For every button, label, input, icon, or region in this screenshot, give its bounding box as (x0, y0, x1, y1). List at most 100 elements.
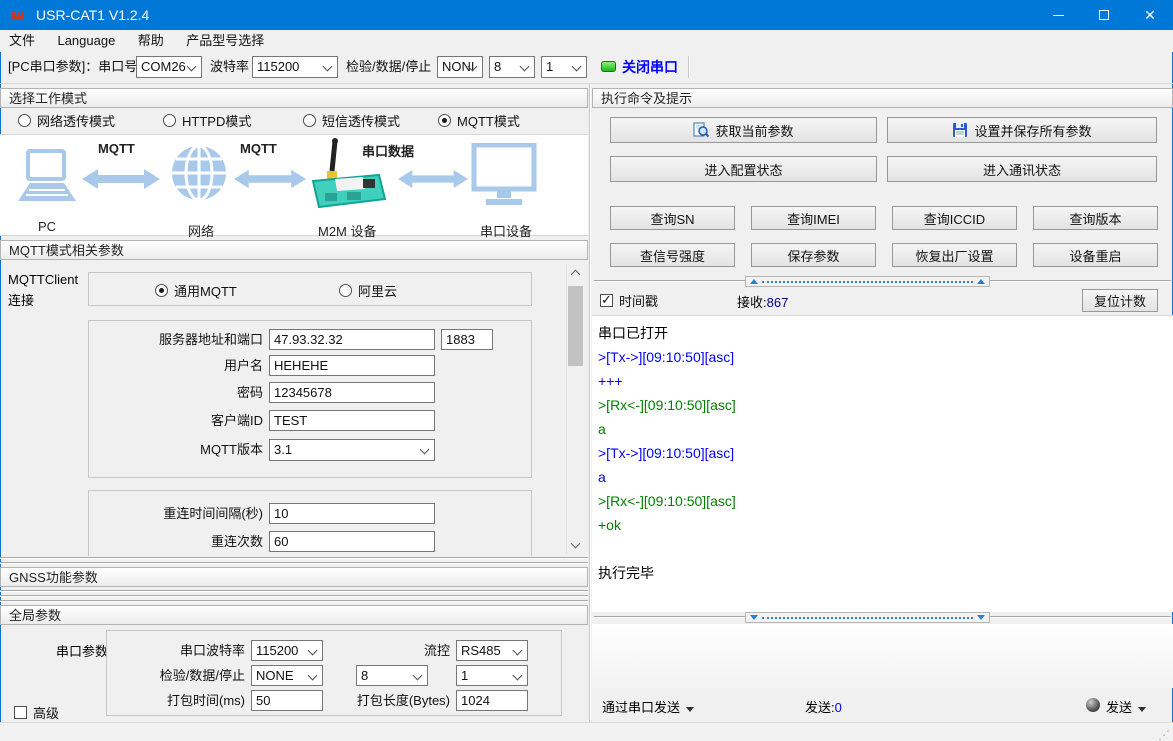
factory-reset-button[interactable]: 恢复出厂设置 (892, 243, 1017, 267)
log-line: >[Tx->][09:10:50][asc] (598, 441, 1167, 465)
com-port-select[interactable]: COM26 (136, 56, 202, 78)
reset-count-button[interactable]: 复位计数 (1082, 289, 1158, 312)
query-imei-button[interactable]: 查询IMEI (751, 206, 876, 230)
radio-icon (303, 114, 316, 127)
serial-stopbits-select[interactable]: 1 (456, 665, 528, 686)
stopbits-select[interactable]: 1 (541, 56, 587, 78)
username-input[interactable]: HEHEHE (269, 355, 435, 376)
menu-file[interactable]: 文件 (0, 30, 44, 52)
menu-help[interactable]: 帮助 (129, 30, 173, 52)
databits-select[interactable]: 8 (489, 56, 535, 78)
serial-parity-select[interactable]: NONE (251, 665, 323, 686)
log-line: a (598, 417, 1167, 441)
radio-aliyun[interactable]: 阿里云 (339, 282, 397, 298)
parity-select[interactable]: NONI (437, 56, 483, 78)
floppy-save-icon (952, 122, 968, 138)
maximize-button[interactable] (1081, 0, 1127, 30)
baud-select[interactable]: 115200 (252, 56, 338, 78)
close-serial-button[interactable]: 关闭串口 (622, 56, 678, 78)
radio-icon (438, 114, 451, 127)
menu-language[interactable]: Language (48, 30, 124, 52)
server-label: 服务器地址和端口 (89, 329, 263, 350)
scroll-down-button[interactable] (567, 537, 584, 554)
close-icon: ✕ (1144, 8, 1156, 22)
query-version-button[interactable]: 查询版本 (1033, 206, 1158, 230)
radio-mqtt-mode[interactable]: MQTT模式 (438, 112, 520, 128)
triangle-up-icon (977, 279, 985, 284)
recv-count-label: 接收:867 (737, 292, 788, 311)
send-via-serial-dropdown[interactable]: 通过串口发送 (602, 697, 694, 716)
reconnect-times-label: 重连次数 (89, 531, 263, 552)
dropdown-arrow-icon (1138, 707, 1146, 712)
topology-diagram: PC MQTT 网络 MQTT M2M 设备 (0, 134, 588, 236)
minimize-button[interactable] (1035, 0, 1081, 30)
flow-control-select[interactable]: RS485 (456, 640, 528, 661)
client-id-input[interactable]: TEST (269, 410, 435, 431)
log-line: >[Tx->][09:10:50][asc] (598, 345, 1167, 369)
save-all-params-button[interactable]: 设置并保存所有参数 (887, 117, 1157, 143)
server-port-input[interactable]: 1883 (441, 329, 493, 350)
node-serial-label: 串口设备 (480, 221, 532, 240)
serial-params-label: 串口参数 (56, 641, 108, 660)
query-signal-button[interactable]: 查信号强度 (610, 243, 735, 267)
gnss-section-header[interactable]: GNSS功能参数 (0, 567, 588, 587)
log-output[interactable]: 串口已打开 >[Tx->][09:10:50][asc] +++ >[Rx<-]… (592, 315, 1173, 612)
close-button[interactable]: ✕ (1127, 0, 1173, 30)
splitter-handle[interactable] (745, 276, 990, 287)
menu-product-select[interactable]: 产品型号选择 (177, 30, 273, 52)
serial-baud-select[interactable]: 115200 (251, 640, 323, 661)
pack-length-label: 打包长度(Bytes) (302, 690, 450, 711)
reconnect-interval-label: 重连时间间隔(秒) (89, 503, 263, 524)
reconnect-times-input[interactable]: 60 (269, 531, 435, 552)
log-line: 执行完毕 (598, 561, 1167, 585)
node-m2m-label: M2M 设备 (318, 221, 377, 240)
mqtt-version-label: MQTT版本 (89, 439, 263, 460)
splitter-dots (762, 281, 973, 283)
log-line: +++ (598, 369, 1167, 393)
radio-httpd-mode[interactable]: HTTPD模式 (163, 112, 251, 128)
scrollbar-thumb[interactable] (568, 286, 583, 366)
enter-comm-state-button[interactable]: 进入通讯状态 (887, 156, 1157, 182)
radio-generic-mqtt[interactable]: 通用MQTT (155, 282, 237, 298)
chevron-down-icon (187, 62, 197, 72)
link1-label: MQTT (98, 141, 135, 156)
reconnect-interval-input[interactable]: 10 (269, 503, 435, 524)
arrow-icon (234, 167, 306, 191)
mqtt-client-label: MQTTClient (8, 272, 78, 287)
send-input-area[interactable] (592, 624, 1173, 688)
titlebar: USR-CAT1 V1.2.4 ✕ (0, 0, 1173, 30)
mqtt-version-select[interactable]: 3.1 (269, 439, 435, 461)
chevron-down-icon (420, 445, 430, 455)
query-sn-button[interactable]: 查询SN (610, 206, 735, 230)
scroll-up-button[interactable] (567, 264, 584, 281)
advanced-checkbox[interactable]: 高级 (14, 704, 59, 720)
resize-grip[interactable] (1160, 728, 1170, 738)
mqtt-scrollbar[interactable] (566, 264, 583, 554)
splitter-handle[interactable] (745, 612, 990, 623)
serial-databits-select[interactable]: 8 (356, 665, 428, 686)
global-section-header[interactable]: 全局参数 (0, 605, 588, 625)
query-iccid-button[interactable]: 查询ICCID (892, 206, 1017, 230)
password-input[interactable]: 12345678 (269, 382, 435, 403)
save-params-button[interactable]: 保存参数 (751, 243, 876, 267)
radio-sms-transparent-mode[interactable]: 短信透传模式 (303, 112, 400, 128)
chevron-down-icon (571, 539, 581, 549)
timestamp-checkbox[interactable]: 时间戳 (600, 292, 658, 308)
log-line: >[Rx<-][09:10:50][asc] (598, 393, 1167, 417)
pack-length-input[interactable]: 1024 (456, 690, 528, 711)
mqtt-connect-label: 连接 (8, 290, 34, 309)
serial-params-panel: 串口波特率 115200 流控 RS485 检验/数据/停止 NONE 8 1 … (106, 630, 562, 716)
log-line: a (598, 465, 1167, 489)
app-window: USR-CAT1 V1.2.4 ✕ 文件 Language 帮助 产品型号选择 … (0, 0, 1173, 741)
send-button[interactable]: 发送 (1106, 697, 1146, 716)
serial-device-monitor-icon (470, 143, 538, 209)
enter-config-state-button[interactable]: 进入配置状态 (610, 156, 877, 182)
chevron-up-icon (571, 270, 581, 280)
radio-net-transparent-mode[interactable]: 网络透传模式 (18, 112, 115, 128)
workmode-section-header: 选择工作模式 (0, 88, 588, 108)
log-line: +ok (598, 513, 1167, 537)
device-restart-button[interactable]: 设备重启 (1033, 243, 1158, 267)
server-address-input[interactable]: 47.93.32.32 (269, 329, 435, 350)
get-params-button[interactable]: 获取当前参数 (610, 117, 877, 143)
arrow-icon (398, 167, 468, 191)
